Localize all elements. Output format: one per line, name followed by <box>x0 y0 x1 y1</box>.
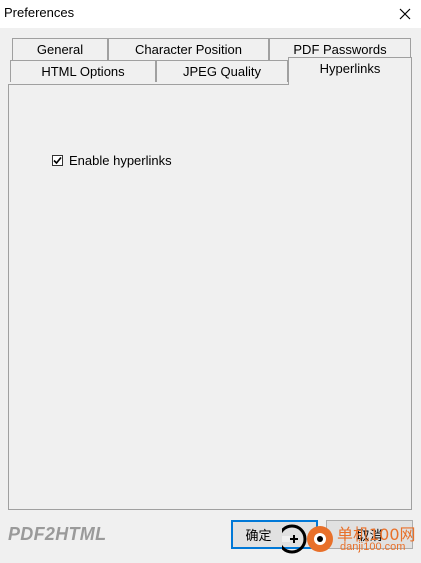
ok-button[interactable]: 确定 <box>231 520 318 549</box>
window-title: Preferences <box>4 5 75 20</box>
tab-html-options[interactable]: HTML Options <box>10 60 156 82</box>
ok-button-label: 确定 <box>245 528 272 543</box>
tab-label: HTML Options <box>41 64 125 79</box>
tab-label: Hyperlinks <box>319 61 381 76</box>
tab-jpeg-quality[interactable]: JPEG Quality <box>156 60 288 82</box>
tab-label: Character Position <box>135 42 242 57</box>
close-icon <box>399 8 411 20</box>
checkmark-icon <box>53 156 62 165</box>
enable-hyperlinks-row[interactable]: Enable hyperlinks <box>52 153 172 168</box>
tab-general[interactable]: General <box>12 38 108 60</box>
enable-hyperlinks-checkbox[interactable] <box>52 155 63 166</box>
cancel-button[interactable]: 取消 <box>326 520 413 549</box>
cancel-button-label: 取消 <box>356 528 383 543</box>
tab-label: PDF Passwords <box>293 42 387 57</box>
close-button[interactable] <box>395 4 415 24</box>
tab-character-position[interactable]: Character Position <box>108 38 269 60</box>
enable-hyperlinks-label: Enable hyperlinks <box>69 153 172 168</box>
tab-hyperlinks[interactable]: Hyperlinks <box>288 57 412 85</box>
title-bar: Preferences <box>0 0 421 28</box>
brand-logo: PDF2HTML <box>8 524 107 544</box>
tab-label: General <box>36 42 84 57</box>
hyperlinks-panel <box>8 84 412 510</box>
tab-label: JPEG Quality <box>182 64 262 79</box>
